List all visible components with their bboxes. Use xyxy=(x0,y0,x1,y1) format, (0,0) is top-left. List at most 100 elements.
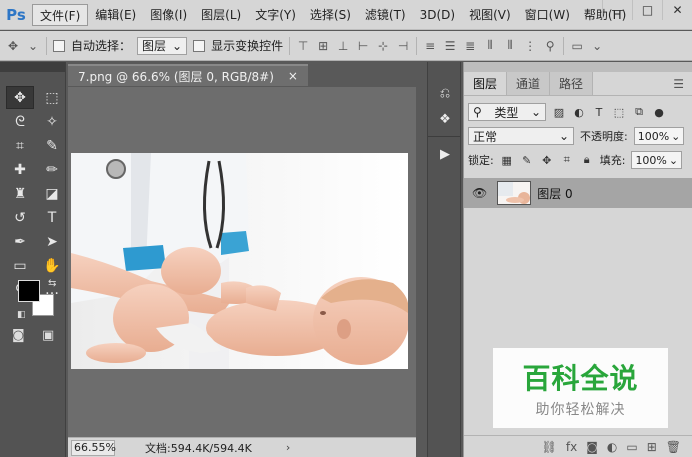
distribute-bottom-icon[interactable]: ≣ xyxy=(463,39,477,53)
lock-all-icon[interactable]: 🔒︎ xyxy=(580,153,594,167)
distribute-left-icon[interactable]: ⦀ xyxy=(483,38,497,53)
clone-stamp-icon[interactable]: ♜ xyxy=(6,182,34,205)
fill-input[interactable]: 100% ⌄ xyxy=(631,151,683,169)
history-panel-icon[interactable]: ⎌ xyxy=(428,80,462,106)
watermark-title: 百科全说 xyxy=(522,362,639,395)
close-button[interactable]: ✕ xyxy=(662,0,692,20)
tab-layers[interactable]: 图层 xyxy=(464,72,508,95)
menu-items: 文件(F) 编辑(E) 图像(I) 图层(L) 文字(Y) 选择(S) 滤镜(T… xyxy=(32,0,633,30)
workspace-icon[interactable]: ▭ xyxy=(570,39,584,53)
distribute-top-icon[interactable]: ≡ xyxy=(423,39,437,53)
default-colors-icon[interactable]: ◧ xyxy=(17,310,26,320)
tab-paths[interactable]: 路径 xyxy=(550,72,594,95)
pen-icon[interactable]: ✒ xyxy=(6,230,34,253)
distribute-vcenter-icon[interactable]: ☰ xyxy=(443,39,457,53)
add-mask-icon[interactable]: ◙ xyxy=(586,440,598,454)
opacity-label: 不透明度: xyxy=(580,130,628,143)
document-image[interactable] xyxy=(71,153,408,369)
zoom-input[interactable]: 66.55% xyxy=(71,439,116,456)
menu-select[interactable]: 选择(S) xyxy=(303,4,358,26)
hand-icon[interactable]: ✋ xyxy=(38,254,66,277)
filter-type-icon[interactable]: T xyxy=(592,105,606,119)
filter-smart-object-icon[interactable]: ⧉ xyxy=(632,105,646,119)
menu-type[interactable]: 文字(Y) xyxy=(248,4,303,26)
lock-position-icon[interactable]: ✥ xyxy=(540,153,554,167)
blend-mode-select[interactable]: 正常 ⌄ xyxy=(468,127,574,145)
lock-pixels-icon[interactable]: ✎ xyxy=(520,153,534,167)
distribute-right-icon[interactable]: ⋮ xyxy=(523,39,537,53)
canvas-workspace xyxy=(68,87,416,437)
fill-value: 100% xyxy=(635,153,667,167)
auto-select-checkbox[interactable] xyxy=(53,39,65,52)
link-layers-icon[interactable]: ⛓ xyxy=(542,440,557,454)
move-icon[interactable]: ✥ xyxy=(6,86,34,109)
menu-view[interactable]: 视图(V) xyxy=(462,4,518,26)
visibility-eye-icon[interactable]: 👁︎ xyxy=(472,186,487,200)
align-top-icon[interactable]: ⊤ xyxy=(296,39,310,53)
play-action-icon[interactable]: ▶ xyxy=(428,141,462,167)
auto-select-target-select[interactable]: 图层 ⌄ xyxy=(137,36,188,55)
magic-wand-icon[interactable]: ✧ xyxy=(38,110,66,133)
lock-transparent-icon[interactable]: ▦ xyxy=(500,153,514,167)
menu-filter[interactable]: 滤镜(T) xyxy=(358,4,413,26)
lasso-icon[interactable]: ᘓ xyxy=(6,110,34,133)
move-tool-icon[interactable]: ✥ xyxy=(6,39,20,53)
align-right-icon[interactable]: ⊣ xyxy=(396,39,410,53)
crop-icon[interactable]: ⌗ xyxy=(6,134,34,157)
foreground-color[interactable] xyxy=(18,280,40,302)
minimize-button[interactable]: — xyxy=(602,0,632,20)
swap-colors-icon[interactable]: ⇆ xyxy=(48,278,56,289)
type-icon[interactable]: T xyxy=(38,206,66,229)
opacity-input[interactable]: 100% ⌄ xyxy=(633,127,685,145)
align-left-icon[interactable]: ⊢ xyxy=(356,39,370,53)
filter-adjustment-icon[interactable]: ◐ xyxy=(572,105,586,119)
divider xyxy=(416,36,418,55)
eraser-icon[interactable]: ◪ xyxy=(38,182,66,205)
align-bottom-icon[interactable]: ⊥ xyxy=(336,39,350,53)
close-tab-icon[interactable]: × xyxy=(288,69,298,83)
new-group-icon[interactable]: ▭ xyxy=(626,440,637,454)
workspace-chevron-icon[interactable]: ⌄ xyxy=(590,39,604,53)
maximize-button[interactable]: □ xyxy=(632,0,662,20)
layer-row[interactable]: 👁︎ 图层 0 xyxy=(464,178,692,208)
layer-style-icon[interactable]: fx xyxy=(566,440,577,454)
screen-mode-icon[interactable]: ▣ xyxy=(42,328,54,343)
menu-edit[interactable]: 编辑(E) xyxy=(88,4,143,26)
align-hcenter-icon[interactable]: ⊹ xyxy=(376,39,390,53)
distribute-hcenter-icon[interactable]: ⫴ xyxy=(503,38,517,53)
quick-mask-icon[interactable]: ◙ xyxy=(12,328,25,343)
adjustment-layer-icon[interactable]: ◐ xyxy=(607,440,617,454)
status-menu-arrow-icon[interactable]: › xyxy=(286,441,290,454)
menu-file[interactable]: 文件(F) xyxy=(32,3,89,26)
lock-artboard-icon[interactable]: ⌗ xyxy=(560,153,574,167)
new-layer-icon[interactable]: ⊞ xyxy=(647,440,657,454)
path-select-icon[interactable]: ➤ xyxy=(38,230,66,253)
menu-3d[interactable]: 3D(D) xyxy=(413,4,462,26)
filter-pixel-icon[interactable]: ▨ xyxy=(552,105,566,119)
history-brush-icon[interactable]: ↺ xyxy=(6,206,34,229)
filter-shape-icon[interactable]: ⬚ xyxy=(612,105,626,119)
opacity-value: 100% xyxy=(637,129,670,143)
eyedropper-icon[interactable]: ✎ xyxy=(38,134,66,157)
menu-layer[interactable]: 图层(L) xyxy=(194,4,248,26)
brush-icon[interactable]: ✏ xyxy=(38,158,66,181)
3d-panel-icon[interactable]: ❖ xyxy=(428,106,462,132)
menu-image[interactable]: 图像(I) xyxy=(143,4,194,26)
layer-filter-select[interactable]: ⚲ 类型 ⌄ xyxy=(468,103,546,121)
status-bar: 66.55% 文档:594.4K/594.4K › xyxy=(68,437,416,457)
tool-preset-chevron-icon[interactable]: ⌄ xyxy=(26,39,40,53)
healing-brush-icon[interactable]: ✚ xyxy=(6,158,34,181)
align-vcenter-icon[interactable]: ⊞ xyxy=(316,39,330,53)
tab-channels[interactable]: 通道 xyxy=(507,72,551,95)
watermark-subtitle: 助你轻松解决 xyxy=(535,402,626,418)
marquee-icon[interactable]: ⬚ xyxy=(38,86,66,109)
search-icon[interactable]: ⚲ xyxy=(543,39,557,53)
rectangle-icon[interactable]: ▭ xyxy=(6,254,34,277)
layer-name[interactable]: 图层 0 xyxy=(537,185,572,202)
menu-window[interactable]: 窗口(W) xyxy=(518,4,577,26)
filter-toggle-icon[interactable]: ● xyxy=(652,105,666,119)
document-tab[interactable]: 7.png @ 66.6% (图层 0, RGB/8#) × xyxy=(68,64,308,86)
show-transform-checkbox[interactable] xyxy=(193,39,206,52)
panel-menu-icon[interactable]: ☰ xyxy=(665,72,692,95)
delete-layer-icon[interactable]: 🗑︎ xyxy=(666,440,681,454)
